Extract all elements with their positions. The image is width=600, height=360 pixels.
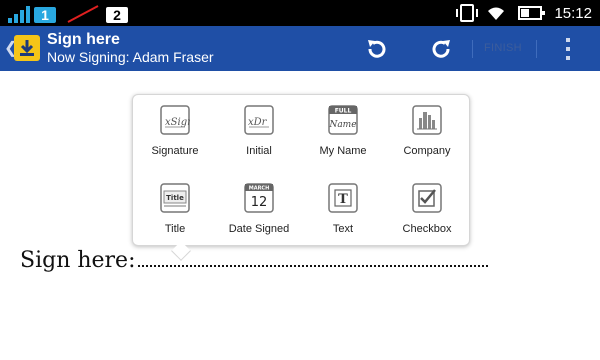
signature-field[interactable] [137, 247, 488, 267]
app-logo-icon[interactable] [14, 35, 40, 61]
finish-button[interactable]: FINISH [484, 42, 522, 54]
icon-text: Name [328, 120, 356, 130]
tool-company[interactable]: Company [385, 105, 469, 173]
checkbox-icon [412, 183, 442, 213]
tool-initial[interactable]: xDr Initial [217, 105, 301, 173]
tool-label: Text [332, 223, 354, 235]
tool-date-signed[interactable]: MARCH 12 Date Signed [217, 183, 301, 251]
vibrate-icon [456, 4, 479, 22]
overflow-menu-button[interactable] [562, 38, 574, 62]
icon-text: Title [166, 194, 184, 202]
app-bar: ❮ Sign here Now Signing: Adam Fraser FIN… [0, 26, 600, 71]
no-signal-icon [64, 5, 98, 23]
sim2-badge: 2 [106, 7, 128, 23]
signature-line: Sign here: [20, 247, 488, 273]
initial-icon: xDr [244, 105, 274, 135]
calendar-icon: MARCH 12 [244, 183, 274, 213]
icon-caption: FULL [335, 108, 352, 115]
undo-button[interactable] [364, 36, 390, 62]
tool-title[interactable]: Title Title [133, 183, 217, 251]
signal-icon [8, 5, 30, 23]
sign-here-label: Sign here: [20, 248, 136, 273]
tool-my-name[interactable]: FULL Name My Name [301, 105, 385, 173]
tool-label: Initial [246, 145, 272, 157]
tool-label: Title [164, 223, 186, 235]
tool-label: Company [403, 145, 451, 157]
svg-text:xSign: xSign [165, 117, 190, 128]
icon-text: T [338, 192, 348, 207]
signature-icon: xSign [160, 105, 190, 135]
wifi-icon [488, 7, 505, 20]
divider [472, 40, 473, 58]
tool-signature[interactable]: xSign Signature [133, 105, 217, 173]
icon-caption: MARCH [249, 186, 270, 192]
tool-text[interactable]: T Text [301, 183, 385, 251]
text-icon: T [328, 183, 358, 213]
icon-text: 12 [251, 195, 268, 210]
clock: 15:12 [554, 4, 592, 22]
tool-label: My Name [319, 145, 367, 157]
my-name-icon: FULL Name [328, 105, 358, 135]
company-icon [412, 105, 442, 135]
divider [536, 40, 537, 58]
tool-checkbox[interactable]: Checkbox [385, 183, 469, 251]
battery-icon [518, 6, 546, 20]
tool-label: Signature [151, 145, 199, 157]
status-bar: 1 2 15:12 [0, 0, 600, 26]
signer-subtitle: Now Signing: Adam Fraser [47, 49, 214, 65]
page-title: Sign here [47, 31, 120, 48]
svg-text:xDr: xDr [248, 117, 268, 128]
title-icon: Title [160, 183, 190, 213]
field-picker-popup: xSign Signature xDr Initial FULL Name My… [132, 94, 470, 246]
tool-label: Checkbox [402, 223, 452, 235]
tool-label: Date Signed [228, 223, 290, 235]
sim1-badge: 1 [34, 7, 56, 23]
redo-button[interactable] [428, 36, 454, 62]
